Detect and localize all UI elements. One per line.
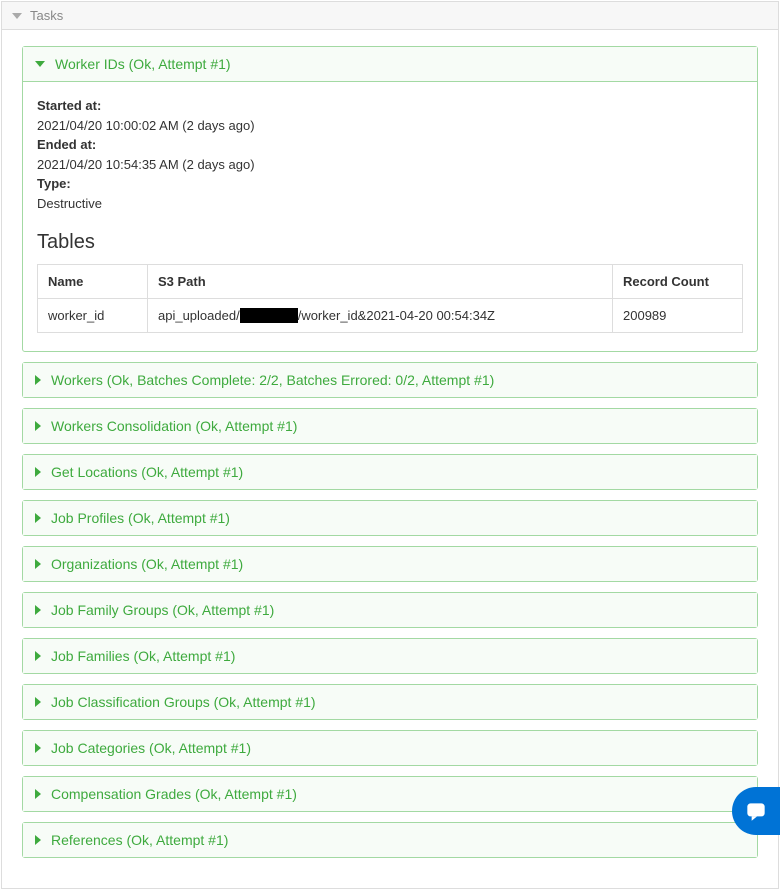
task-header-workers-consolidation[interactable]: Workers Consolidation (Ok, Attempt #1) xyxy=(23,409,757,443)
tasks-panel-body: Worker IDs (Ok, Attempt #1) Started at: … xyxy=(2,30,778,888)
chevron-right-icon xyxy=(35,835,41,845)
chat-launcher-button[interactable] xyxy=(732,787,780,835)
task-panel-compensation-grades: Compensation Grades (Ok, Attempt #1) xyxy=(22,776,758,812)
col-name: Name xyxy=(38,265,148,299)
task-title: Compensation Grades (Ok, Attempt #1) xyxy=(51,786,297,802)
redacted-block xyxy=(240,308,298,323)
task-header-job-classification-groups[interactable]: Job Classification Groups (Ok, Attempt #… xyxy=(23,685,757,719)
task-panel-job-profiles: Job Profiles (Ok, Attempt #1) xyxy=(22,500,758,536)
task-panel-worker-ids: Worker IDs (Ok, Attempt #1) Started at: … xyxy=(22,46,758,352)
cell-s3-path: api_uploaded/ /worker_id&2021-04-20 00:5… xyxy=(148,299,613,333)
task-header-job-categories[interactable]: Job Categories (Ok, Attempt #1) xyxy=(23,731,757,765)
chevron-right-icon xyxy=(35,697,41,707)
task-panel-workers: Workers (Ok, Batches Complete: 2/2, Batc… xyxy=(22,362,758,398)
started-at-label: Started at: xyxy=(37,96,743,116)
chevron-down-icon xyxy=(35,61,45,67)
task-title: Workers (Ok, Batches Complete: 2/2, Batc… xyxy=(51,372,494,388)
task-panel-job-classification-groups: Job Classification Groups (Ok, Attempt #… xyxy=(22,684,758,720)
ended-at-label: Ended at: xyxy=(37,135,743,155)
table-row: worker_id api_uploaded/ /worker_id&2021-… xyxy=(38,299,743,333)
chevron-right-icon xyxy=(35,789,41,799)
type-value: Destructive xyxy=(37,194,743,214)
task-panel-references: References (Ok, Attempt #1) xyxy=(22,822,758,858)
task-panel-job-categories: Job Categories (Ok, Attempt #1) xyxy=(22,730,758,766)
col-record-count: Record Count xyxy=(613,265,743,299)
task-title: Organizations (Ok, Attempt #1) xyxy=(51,556,243,572)
chevron-right-icon xyxy=(35,559,41,569)
tasks-panel: Tasks Worker IDs (Ok, Attempt #1) Starte… xyxy=(1,1,779,889)
task-title: Job Categories (Ok, Attempt #1) xyxy=(51,740,251,756)
tables-heading: Tables xyxy=(37,231,743,254)
task-header-organizations[interactable]: Organizations (Ok, Attempt #1) xyxy=(23,547,757,581)
chevron-down-icon xyxy=(12,13,22,19)
task-header-job-families[interactable]: Job Families (Ok, Attempt #1) xyxy=(23,639,757,673)
task-title: Job Family Groups (Ok, Attempt #1) xyxy=(51,602,274,618)
s3-path-pre: api_uploaded/ xyxy=(158,308,240,323)
task-header-compensation-grades[interactable]: Compensation Grades (Ok, Attempt #1) xyxy=(23,777,757,811)
chevron-right-icon xyxy=(35,375,41,385)
type-label: Type: xyxy=(37,174,743,194)
task-title: Workers Consolidation (Ok, Attempt #1) xyxy=(51,418,297,434)
tasks-panel-title: Tasks xyxy=(30,8,63,23)
task-title: References (Ok, Attempt #1) xyxy=(51,832,228,848)
task-header-worker-ids[interactable]: Worker IDs (Ok, Attempt #1) xyxy=(23,47,757,81)
task-panel-organizations: Organizations (Ok, Attempt #1) xyxy=(22,546,758,582)
task-header-references[interactable]: References (Ok, Attempt #1) xyxy=(23,823,757,857)
task-panel-workers-consolidation: Workers Consolidation (Ok, Attempt #1) xyxy=(22,408,758,444)
task-panel-job-family-groups: Job Family Groups (Ok, Attempt #1) xyxy=(22,592,758,628)
chevron-right-icon xyxy=(35,513,41,523)
cell-name: worker_id xyxy=(38,299,148,333)
col-s3-path: S3 Path xyxy=(148,265,613,299)
task-header-job-family-groups[interactable]: Job Family Groups (Ok, Attempt #1) xyxy=(23,593,757,627)
task-header-job-profiles[interactable]: Job Profiles (Ok, Attempt #1) xyxy=(23,501,757,535)
tables-table: Name S3 Path Record Count worker_id api_… xyxy=(37,264,743,333)
task-body-worker-ids: Started at: 2021/04/20 10:00:02 AM (2 da… xyxy=(23,81,757,351)
chevron-right-icon xyxy=(35,743,41,753)
task-title: Job Classification Groups (Ok, Attempt #… xyxy=(51,694,316,710)
task-title: Job Profiles (Ok, Attempt #1) xyxy=(51,510,230,526)
table-header-row: Name S3 Path Record Count xyxy=(38,265,743,299)
s3-path-post: /worker_id&2021-04-20 00:54:34Z xyxy=(298,308,495,323)
task-title: Get Locations (Ok, Attempt #1) xyxy=(51,464,243,480)
tasks-panel-header[interactable]: Tasks xyxy=(2,2,778,30)
chat-icon xyxy=(743,798,769,824)
task-panel-job-families: Job Families (Ok, Attempt #1) xyxy=(22,638,758,674)
ended-at-value: 2021/04/20 10:54:35 AM (2 days ago) xyxy=(37,155,743,175)
task-header-get-locations[interactable]: Get Locations (Ok, Attempt #1) xyxy=(23,455,757,489)
task-details: Started at: 2021/04/20 10:00:02 AM (2 da… xyxy=(37,96,743,213)
task-header-workers[interactable]: Workers (Ok, Batches Complete: 2/2, Batc… xyxy=(23,363,757,397)
chevron-right-icon xyxy=(35,651,41,661)
cell-record-count: 200989 xyxy=(613,299,743,333)
started-at-value: 2021/04/20 10:00:02 AM (2 days ago) xyxy=(37,116,743,136)
chevron-right-icon xyxy=(35,421,41,431)
chevron-right-icon xyxy=(35,605,41,615)
task-title: Worker IDs (Ok, Attempt #1) xyxy=(55,56,231,72)
task-panel-get-locations: Get Locations (Ok, Attempt #1) xyxy=(22,454,758,490)
chevron-right-icon xyxy=(35,467,41,477)
task-title: Job Families (Ok, Attempt #1) xyxy=(51,648,235,664)
